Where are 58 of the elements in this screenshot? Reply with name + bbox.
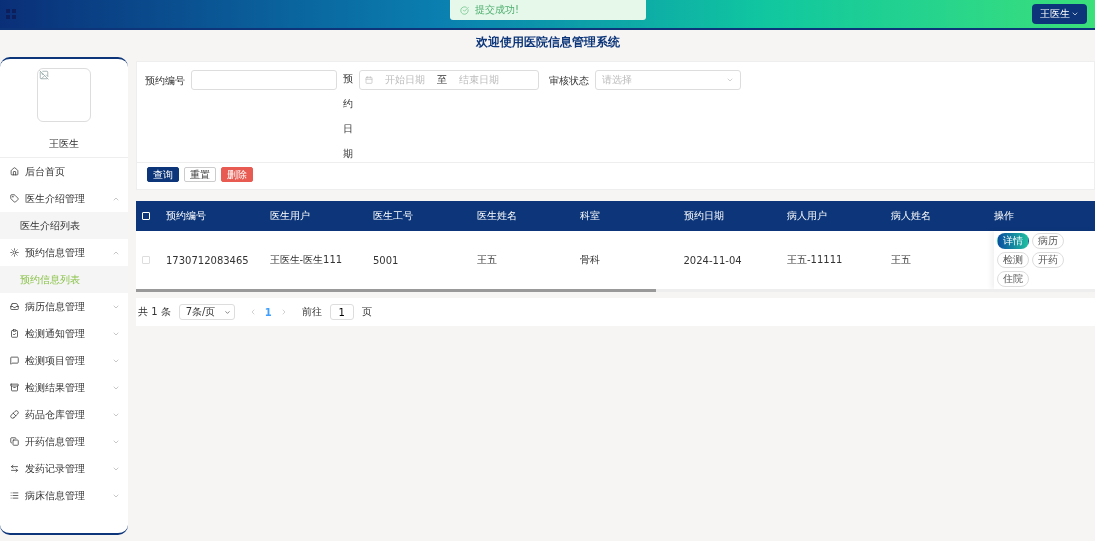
row-action-button[interactable]: 住院 (997, 271, 1029, 287)
page-size-select[interactable]: 7条/页 (178, 304, 235, 320)
grid-icon[interactable] (6, 9, 16, 19)
chevron-down-icon (1071, 10, 1079, 18)
row-action-button[interactable]: 开药 (1032, 252, 1064, 268)
clipboard-check-icon (10, 329, 19, 338)
pill-icon (10, 410, 19, 419)
arrows-icon (10, 464, 19, 473)
list-icon (10, 491, 19, 500)
copy-icon (10, 437, 19, 446)
column-header: 预约编号 (166, 209, 207, 223)
input-field[interactable] (191, 70, 337, 90)
chevron-down-icon (726, 76, 734, 84)
checkbox[interactable] (142, 256, 150, 264)
field-label: 审核状态 (549, 74, 589, 88)
table-cell-text: 骨科 (580, 253, 601, 267)
user-menu-button[interactable]: 王医生 (1032, 4, 1087, 24)
submenu-item[interactable]: 医生介绍列表 (0, 212, 128, 239)
tag-icon (10, 194, 19, 203)
column-header: 医生姓名 (476, 209, 518, 223)
page-title: 欢迎使用医院信息管理系统 (474, 34, 621, 51)
action-button[interactable]: 查询 (147, 167, 179, 182)
field-label: 预约编号 (145, 74, 185, 88)
goto-suffix: 页 (361, 305, 372, 319)
user-name: 王医生 (49, 137, 79, 151)
column-header: 操作 (994, 209, 1015, 223)
row-action-button[interactable]: 检测 (997, 252, 1029, 268)
table-cell-text: 王五 (476, 253, 498, 267)
table-cell-text: 5001 (373, 254, 400, 266)
column-header: 病人姓名 (890, 209, 932, 223)
row-action-button[interactable]: 病历 (1032, 233, 1064, 249)
table-cell-text: 1730712083465 (166, 254, 250, 266)
total-count: 共 1 条 (138, 305, 171, 319)
chevron-down-icon (223, 308, 231, 316)
archive-icon (10, 383, 19, 392)
goto-label: 前往 (301, 305, 322, 319)
goto-field[interactable]: 1 (329, 304, 354, 320)
action-button[interactable]: 重置 (184, 167, 216, 182)
column-header: 医生工号 (373, 209, 414, 223)
table-cell-text: 2024-11-04 (683, 254, 743, 266)
toast-message: 提交成功! (475, 3, 519, 17)
inbox-icon (10, 302, 19, 311)
home-icon (10, 167, 19, 176)
row-action-button[interactable]: 详情 (997, 233, 1029, 249)
scrollbar-thumb[interactable] (136, 289, 656, 292)
message-icon (10, 356, 19, 365)
check-icon (460, 5, 469, 15)
column-header: 科室 (580, 209, 601, 223)
calendar-icon (365, 76, 373, 84)
sun-icon (10, 248, 19, 257)
broken-image-icon (39, 70, 49, 80)
column-header: 病人用户 (787, 209, 828, 223)
table-cell-text: 王五-11111 (787, 253, 844, 267)
table-cell-text: 王医生-医生111 (269, 253, 344, 267)
field-label: 预约日期 (343, 72, 353, 161)
table-cell-text: 王五 (890, 253, 912, 267)
column-header: 预约日期 (683, 209, 725, 223)
column-header: 医生用户 (269, 209, 311, 223)
